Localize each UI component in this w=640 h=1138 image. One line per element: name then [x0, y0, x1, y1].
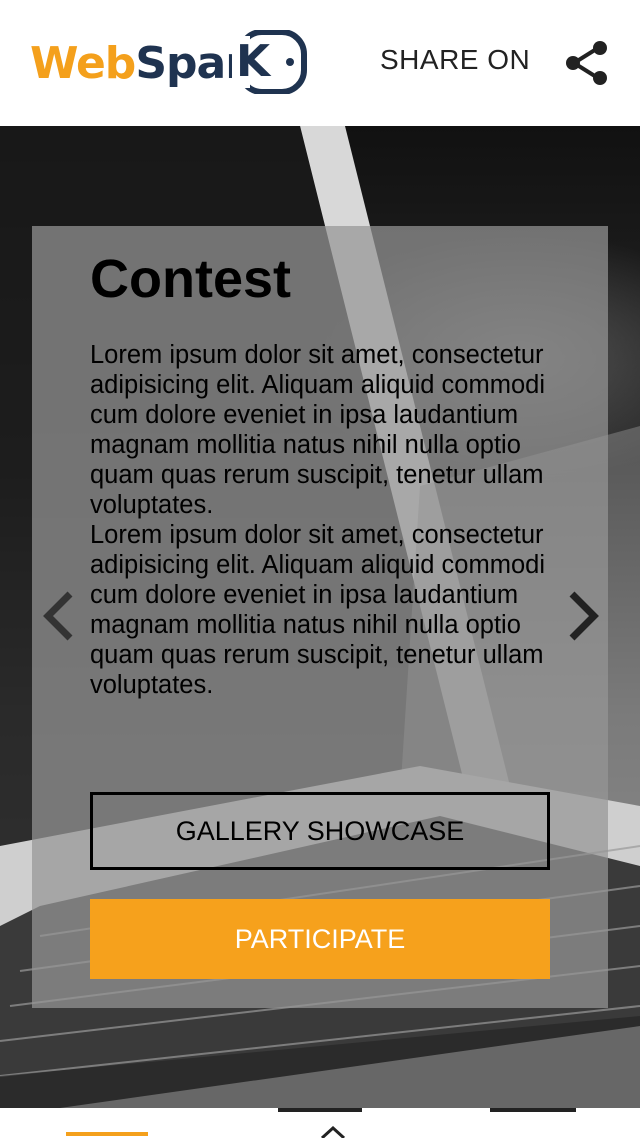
tab-indicator-2	[278, 1108, 362, 1112]
home-tab-icon[interactable]	[66, 1132, 148, 1136]
bottom-tab-bar	[0, 1108, 640, 1138]
chevron-right-icon[interactable]	[562, 586, 602, 646]
chevron-left-icon[interactable]	[40, 586, 80, 646]
app-header: WebSparK K SHARE ON	[0, 0, 640, 126]
contest-card: Contest Lorem ipsum dolor sit amet, cons…	[32, 226, 608, 1008]
hero-background: Contest Lorem ipsum dolor sit amet, cons…	[0, 126, 640, 1108]
contest-title: Contest	[90, 249, 291, 309]
share-icon[interactable]	[564, 40, 610, 86]
description-paragraph-1: Lorem ipsum dolor sit amet, consectetur …	[90, 341, 545, 519]
logo-text-spar: Spar	[135, 37, 247, 89]
description-paragraph-2: Lorem ipsum dolor sit amet, consectetur …	[90, 521, 545, 699]
contest-description: Lorem ipsum dolor sit amet, consectetur …	[90, 340, 560, 700]
tag-icon[interactable]	[320, 1126, 346, 1138]
logo-text-web: Web	[30, 37, 136, 89]
logo-k-badge-icon: K	[232, 30, 307, 94]
share-on-label: SHARE ON	[380, 44, 531, 75]
svg-text:K: K	[236, 36, 272, 87]
gallery-showcase-button[interactable]: GALLERY SHOWCASE	[90, 792, 550, 870]
tab-indicator-3	[490, 1108, 576, 1112]
participate-button[interactable]: PARTICIPATE	[90, 899, 550, 979]
